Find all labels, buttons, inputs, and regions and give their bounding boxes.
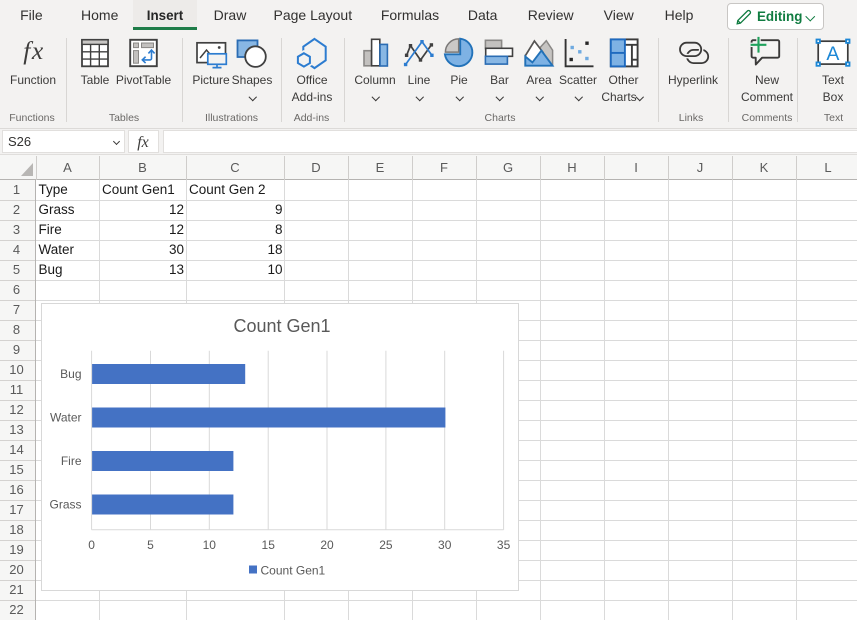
svg-text:Count Gen1: Count Gen1 — [261, 564, 326, 578]
svg-text:fx: fx — [23, 36, 44, 65]
svg-text:5: 5 — [147, 538, 154, 552]
svg-text:15: 15 — [262, 538, 276, 552]
svg-text:Fire: Fire — [61, 454, 82, 468]
svg-text:Bug: Bug — [60, 367, 81, 381]
svg-text:0: 0 — [88, 538, 95, 552]
svg-text:35: 35 — [497, 538, 511, 552]
svg-text:Water: Water — [50, 411, 82, 425]
svg-text:fx: fx — [137, 134, 149, 151]
svg-text:A: A — [826, 43, 839, 65]
svg-text:30: 30 — [438, 538, 452, 552]
svg-text:25: 25 — [379, 538, 393, 552]
svg-text:10: 10 — [203, 538, 217, 552]
svg-text:Grass: Grass — [49, 498, 81, 512]
svg-text:Count Gen1: Count Gen1 — [233, 316, 330, 336]
svg-text:20: 20 — [320, 538, 334, 552]
